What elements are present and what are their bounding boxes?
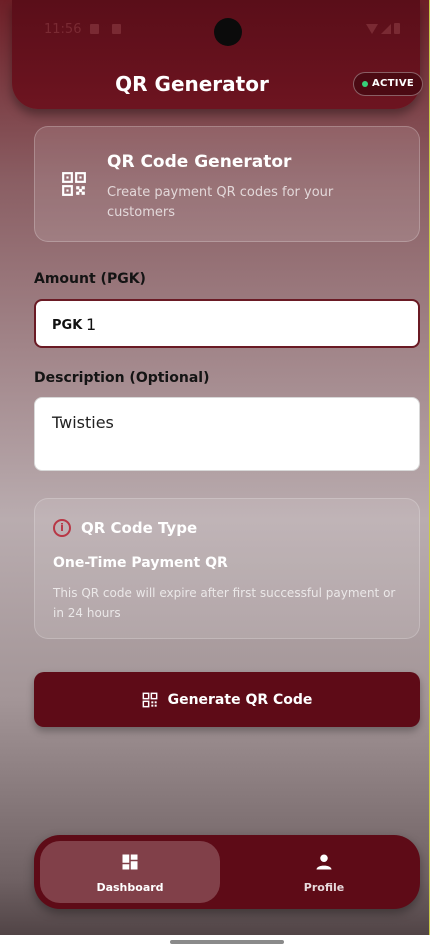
- description-value: Twisties: [52, 413, 114, 432]
- signal-icon: [381, 23, 391, 34]
- qr-code-icon: [142, 692, 157, 707]
- info-icon: i: [53, 519, 71, 537]
- notification-icon: [112, 24, 121, 34]
- qr-generator-info-card: QR Code Generator Create payment QR code…: [34, 126, 420, 242]
- amount-field[interactable]: PGK 1: [34, 299, 420, 348]
- status-time: 11:56: [44, 22, 82, 37]
- app-screen: 11:56 QR Generator ACTIVE QR Code Genera…: [0, 0, 430, 935]
- info-card-title: QR Code Generator: [107, 152, 292, 172]
- amount-value: 1: [86, 315, 97, 334]
- generate-qr-button-label: Generate QR Code: [167, 691, 313, 708]
- qr-type-title: QR Code Type: [81, 519, 198, 537]
- nav-label-dashboard: Dashboard: [96, 881, 164, 894]
- qr-type-card: i QR Code Type One-Time Payment QR This …: [34, 498, 420, 639]
- sim-icon: [90, 24, 99, 34]
- nav-item-profile[interactable]: Profile: [234, 841, 414, 903]
- currency-prefix: PGK: [52, 318, 83, 333]
- status-icons: [366, 23, 400, 34]
- qr-type-name: One-Time Payment QR: [53, 555, 228, 571]
- bottom-nav: Dashboard Profile: [34, 835, 420, 909]
- status-bar: 11:56: [12, 0, 420, 60]
- description-label: Description (Optional): [34, 370, 210, 386]
- status-badge: ACTIVE: [353, 72, 423, 96]
- qr-code-icon: [62, 172, 86, 196]
- dashboard-icon: [122, 854, 138, 870]
- gesture-bar[interactable]: [170, 940, 284, 944]
- info-card-subtitle: Create payment QR codes for your custome…: [107, 185, 334, 220]
- page-title: QR Generator: [115, 72, 269, 96]
- amount-label: Amount (PGK): [34, 271, 146, 287]
- wifi-icon: [366, 23, 378, 34]
- person-icon: [316, 854, 332, 870]
- active-dot-icon: [362, 81, 368, 87]
- battery-icon: [394, 23, 400, 34]
- generate-qr-button[interactable]: Generate QR Code: [34, 672, 420, 727]
- status-badge-label: ACTIVE: [372, 78, 414, 89]
- qr-type-detail: This QR code will expire after first suc…: [53, 586, 396, 620]
- camera-cutout: [214, 18, 242, 46]
- description-field[interactable]: Twisties: [34, 397, 420, 471]
- nav-item-dashboard[interactable]: Dashboard: [40, 841, 220, 903]
- app-bar: 11:56 QR Generator ACTIVE: [12, 0, 423, 109]
- nav-label-profile: Profile: [303, 881, 345, 894]
